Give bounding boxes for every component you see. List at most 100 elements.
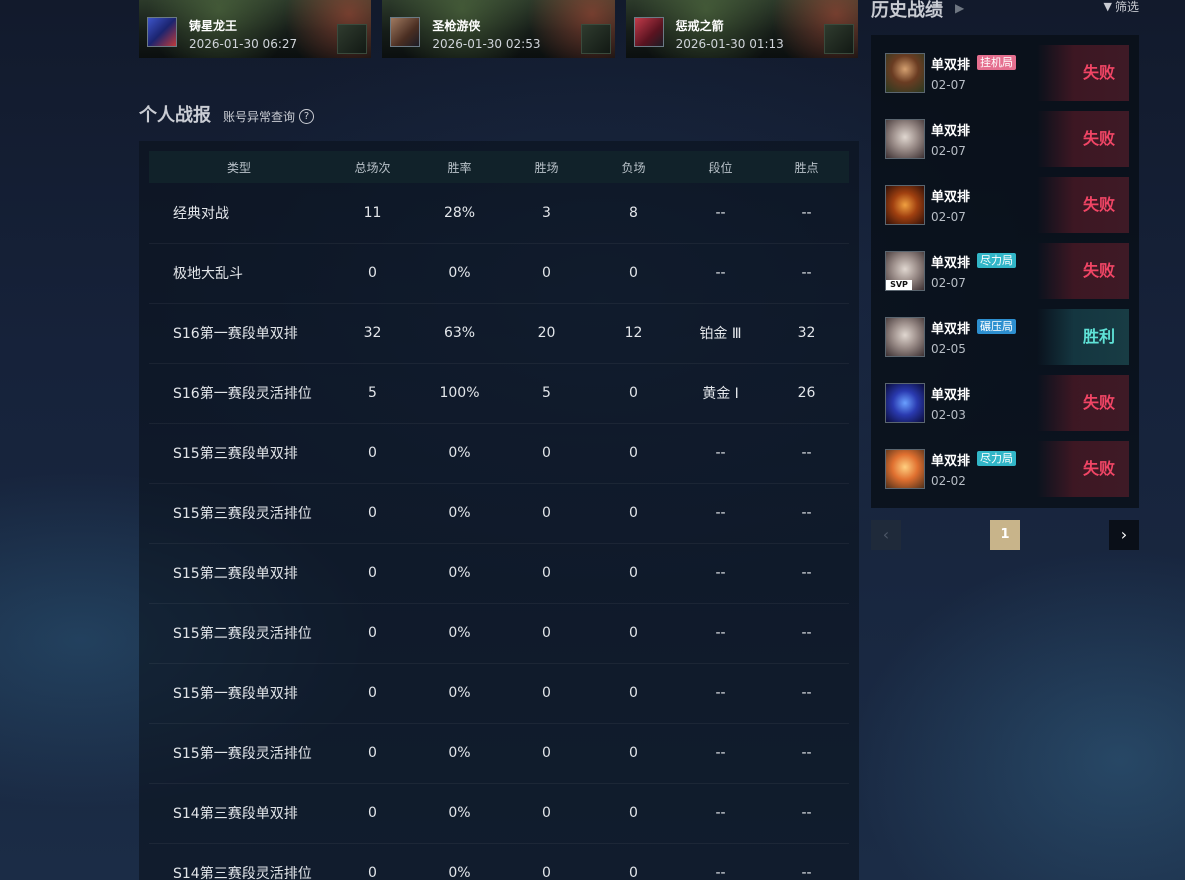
history-match-row[interactable]: SVP 单双排 尽力局 02-07 失败 <box>871 243 1139 299</box>
cell-total: 0 <box>329 483 416 544</box>
chevron-left-icon[interactable]: ‹ <box>871 520 901 550</box>
cell-total: 0 <box>329 843 416 880</box>
column-header-winrate: 胜率 <box>447 160 472 175</box>
cell-lp: 26 <box>764 363 849 424</box>
match-result: 失败 <box>1037 441 1129 497</box>
cell-losses: 0 <box>590 723 677 784</box>
match-time: 2026-01-30 02:53 <box>432 37 541 51</box>
column-header-total: 总场次 <box>354 160 391 175</box>
cell-type: S15第三赛段单双排 <box>149 423 329 484</box>
cell-wins: 0 <box>503 243 590 304</box>
account-abnormal-query-link[interactable]: 账号异常查询 ? <box>223 108 315 125</box>
cell-winrate: 0% <box>416 843 503 880</box>
recent-matches-strip: 铸星龙王 2026-01-30 06:27 圣枪游侠 2026-01-30 02… <box>139 0 858 58</box>
match-date: 02-03 <box>931 408 966 422</box>
column-header-lp: 胜点 <box>794 160 819 175</box>
funnel-icon: ▼ <box>1103 0 1112 13</box>
cell-type: S15第一赛段单双排 <box>149 663 329 724</box>
cell-type: 极地大乱斗 <box>149 243 329 304</box>
column-header-losses: 负场 <box>621 160 646 175</box>
cell-rank: -- <box>677 183 764 244</box>
page-number-current[interactable]: 1 <box>990 520 1020 550</box>
cell-winrate: 0% <box>416 243 503 304</box>
cell-wins: 0 <box>503 423 590 484</box>
cell-losses: 0 <box>590 843 677 880</box>
cell-winrate: 100% <box>416 363 503 424</box>
cell-lp: -- <box>764 723 849 784</box>
minimap-thumbnail <box>580 24 611 54</box>
cell-rank: -- <box>677 843 764 880</box>
cell-lp: -- <box>764 483 849 544</box>
cell-wins: 5 <box>503 363 590 424</box>
cell-rank: -- <box>677 543 764 604</box>
match-result: 失败 <box>1037 111 1129 167</box>
stats-panel: 类型 总场次 胜率 胜场 负场 段位 胜点 经典对战 11 28% 3 8 -- -- 极地大… <box>139 141 859 880</box>
match-result: 失败 <box>1037 177 1129 233</box>
cell-losses: 0 <box>590 783 677 844</box>
column-header-rank: 段位 <box>708 160 733 175</box>
history-match-row[interactable]: 单双排 挂机局 02-07 失败 <box>871 45 1139 101</box>
cell-losses: 0 <box>590 423 677 484</box>
cell-winrate: 0% <box>416 783 503 844</box>
history-match-row[interactable]: 单双排 尽力局 02-02 失败 <box>871 441 1139 497</box>
cell-losses: 0 <box>590 483 677 544</box>
cell-rank: -- <box>677 603 764 664</box>
cell-losses: 0 <box>590 243 677 304</box>
history-match-row[interactable]: 单双排 02-07 失败 <box>871 177 1139 233</box>
recent-match-card[interactable]: 铸星龙王 2026-01-30 06:27 <box>139 0 372 58</box>
champion-name: 铸星龙王 <box>189 19 238 33</box>
history-match-row[interactable]: 单双排 碾压局 02-05 胜利 <box>871 309 1139 365</box>
stats-table-row: 经典对战 11 28% 3 8 -- -- <box>149 183 849 244</box>
match-date: 02-05 <box>931 342 966 356</box>
match-mode: 单双排 <box>931 322 971 337</box>
cell-total: 0 <box>329 603 416 664</box>
cell-wins: 0 <box>503 603 590 664</box>
cell-lp: -- <box>764 663 849 724</box>
champion-avatar <box>885 383 925 423</box>
champion-avatar <box>885 185 925 225</box>
match-tag: 碾压局 <box>977 319 1016 334</box>
cell-type: S15第三赛段灵活排位 <box>149 483 329 544</box>
stats-table-header: 类型 总场次 胜率 胜场 负场 段位 胜点 <box>149 151 849 183</box>
help-icon[interactable]: ? <box>299 109 315 124</box>
account-abnormal-query-label: 账号异常查询 <box>223 110 296 124</box>
history-match-row[interactable]: 单双排 02-03 失败 <box>871 375 1139 431</box>
cell-total: 5 <box>329 363 416 424</box>
cell-lp: -- <box>764 543 849 604</box>
stats-table-row: S15第二赛段灵活排位 0 0% 0 0 -- -- <box>149 603 849 664</box>
stats-table-row: S15第二赛段单双排 0 0% 0 0 -- -- <box>149 543 849 604</box>
cell-losses: 8 <box>590 183 677 244</box>
cell-total: 0 <box>329 723 416 784</box>
match-mode: 单双排 <box>931 256 971 271</box>
pagination: ‹ 1 › <box>871 520 1139 550</box>
champion-avatar <box>885 119 925 159</box>
cell-rank: 黄金 Ⅰ <box>677 363 764 424</box>
match-tag: 尽力局 <box>977 253 1016 268</box>
match-date: 02-07 <box>931 276 966 290</box>
match-mode: 单双排 <box>931 388 971 403</box>
stats-table-row: S15第一赛段单双排 0 0% 0 0 -- -- <box>149 663 849 724</box>
match-time: 2026-01-30 01:13 <box>675 37 784 51</box>
champion-name: 圣枪游侠 <box>432 19 481 33</box>
match-result: 失败 <box>1037 375 1129 431</box>
chevron-right-icon[interactable]: › <box>1109 520 1139 550</box>
cell-winrate: 0% <box>416 423 503 484</box>
stats-table-row: S14第三赛段单双排 0 0% 0 0 -- -- <box>149 783 849 844</box>
stats-table-row: S15第一赛段灵活排位 0 0% 0 0 -- -- <box>149 723 849 784</box>
cell-losses: 0 <box>590 663 677 724</box>
match-result: 失败 <box>1037 243 1129 299</box>
cell-rank: -- <box>677 783 764 844</box>
chevron-right-icon[interactable]: ▶ <box>955 1 964 15</box>
cell-rank: -- <box>677 663 764 724</box>
match-date: 02-07 <box>931 144 966 158</box>
history-title[interactable]: 历史战绩 <box>871 0 943 22</box>
filter-button[interactable]: ▼ 筛选 <box>1104 0 1139 15</box>
recent-match-card[interactable]: 圣枪游侠 2026-01-30 02:53 <box>382 0 615 58</box>
minimap-thumbnail <box>823 24 854 54</box>
cell-type: 经典对战 <box>149 183 329 244</box>
cell-rank: 铂金 Ⅲ <box>677 303 764 364</box>
svp-badge: SVP <box>886 280 912 290</box>
history-match-row[interactable]: 单双排 02-07 失败 <box>871 111 1139 167</box>
recent-match-card[interactable]: 惩戒之箭 2026-01-30 01:13 <box>625 0 858 58</box>
cell-rank: -- <box>677 243 764 304</box>
